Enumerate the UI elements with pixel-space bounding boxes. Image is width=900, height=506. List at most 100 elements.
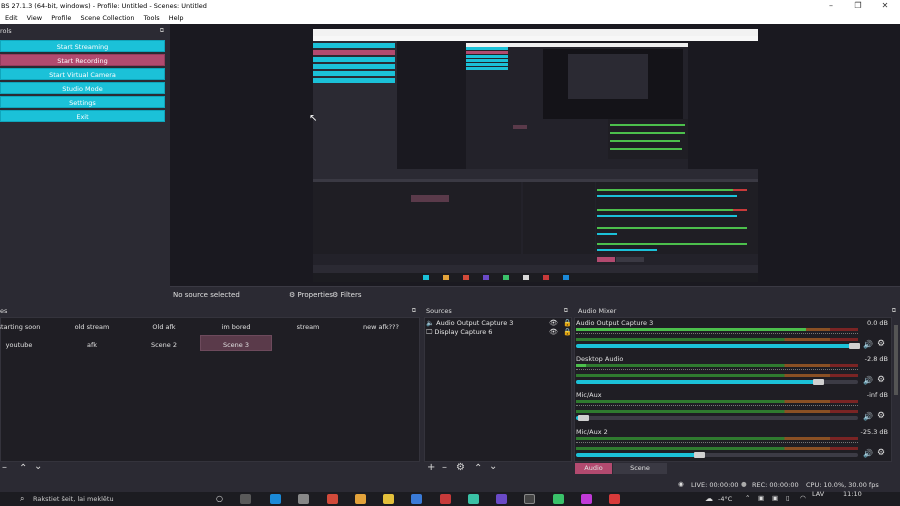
menu-tools[interactable]: Tools [144, 13, 160, 24]
volume-slider-knob[interactable] [694, 452, 705, 458]
add-source-icon[interactable]: + [427, 462, 435, 473]
scrollbar-thumb[interactable] [894, 325, 898, 395]
source-item[interactable]: 🖵 Display Capture 6 [426, 328, 492, 337]
scenes-dock-title: es ⧉ [0, 306, 420, 316]
undock-icon[interactable]: ⧉ [892, 306, 896, 316]
settings-button[interactable]: Settings [0, 96, 165, 108]
move-down-icon[interactable]: ⌄ [489, 461, 497, 472]
close-icon[interactable]: ✕ [870, 0, 900, 13]
sources-list[interactable]: 🔈 Audio Output Capture 3 🖵 Display Captu… [424, 317, 572, 462]
scene-item[interactable]: old stream [57, 323, 127, 331]
maximize-icon[interactable]: ❐ [843, 0, 873, 13]
scene-item-selected[interactable]: Scene 3 [201, 341, 271, 349]
app-icon[interactable] [468, 494, 479, 504]
taskbar-search[interactable]: Rakstiet šeit, lai meklētu [33, 495, 114, 503]
eye-icon[interactable]: 👁 [549, 328, 558, 336]
scene-item[interactable]: afk [57, 341, 127, 349]
undock-icon[interactable]: ⧉ [412, 306, 416, 316]
menu-scene-collection[interactable]: Scene Collection [80, 13, 134, 24]
app-icon[interactable] [581, 494, 592, 504]
move-up-icon[interactable]: ⌃ [19, 463, 27, 474]
tray-icon[interactable]: ▣ [772, 494, 778, 502]
volume-meter [576, 400, 858, 403]
status-bar: ◉ LIVE: 00:00:00 ● REC: 00:00:00 CPU: 10… [0, 476, 900, 492]
volume-slider-track[interactable] [576, 416, 858, 420]
tray-icon[interactable]: ▣ [758, 494, 764, 502]
scene-item[interactable]: Old afk [129, 323, 199, 331]
start-recording-button[interactable]: Start Recording [0, 54, 165, 66]
widgets-icon[interactable] [240, 494, 251, 504]
lock-icon[interactable]: 🔒 [563, 319, 572, 327]
properties-button[interactable]: ⚙ Properties [289, 291, 333, 299]
menu-help[interactable]: Help [169, 13, 184, 24]
weather-icon: ☁ [705, 494, 713, 503]
move-up-icon[interactable]: ⌃ [474, 463, 482, 474]
file-explorer-icon[interactable] [383, 494, 394, 504]
tray-chevron-icon[interactable]: ⌃ [745, 494, 750, 502]
edge-icon[interactable] [270, 494, 281, 504]
gear-icon[interactable]: ⚙ [877, 411, 885, 421]
volume-slider-knob[interactable] [813, 379, 824, 385]
filters-button[interactable]: ⚙ Filters [332, 291, 362, 299]
lock-icon[interactable]: 🔒 [563, 328, 572, 336]
undock-icon[interactable]: ⧉ [160, 26, 164, 36]
scene-item[interactable]: starting soon [0, 323, 54, 331]
rec-time: REC: 00:00:00 [752, 481, 799, 489]
tab-audio-mixer[interactable]: Audio Mixer [575, 463, 612, 483]
volume-slider-knob[interactable] [578, 415, 589, 421]
speaker-icon[interactable]: 🔊 [863, 412, 873, 421]
scene-item[interactable]: new afk??? [346, 323, 416, 331]
mixer-channel: Desktop Audio -2.8 dB 🔊 ⚙ [575, 355, 891, 389]
obs-icon[interactable] [524, 494, 535, 504]
scene-item[interactable]: im bored [201, 323, 271, 331]
volume-meter [576, 437, 858, 440]
source-item[interactable]: 🔈 Audio Output Capture 3 [426, 319, 513, 327]
channel-name: Desktop Audio [576, 355, 624, 363]
tray-icon[interactable]: ▯ [786, 494, 790, 502]
mixer-scrollbar[interactable] [893, 317, 899, 462]
remove-scene-icon[interactable]: – [2, 462, 7, 473]
menu-profile[interactable]: Profile [51, 13, 71, 24]
volume-slider-knob[interactable] [849, 343, 860, 349]
gear-icon[interactable]: ⚙ [456, 462, 465, 473]
studio-mode-button[interactable]: Studio Mode [0, 82, 165, 94]
eye-icon[interactable]: 👁 [549, 319, 558, 327]
scenes-list[interactable]: starting soon old stream Old afk im bore… [0, 317, 420, 462]
gear-icon[interactable]: ⚙ [877, 339, 885, 349]
move-down-icon[interactable]: ⌄ [34, 461, 42, 472]
tab-scene-transitions[interactable]: Scene Transitions [613, 463, 667, 483]
start-streaming-button[interactable]: Start Streaming [0, 40, 165, 52]
menu-view[interactable]: View [27, 13, 42, 24]
speaker-icon[interactable]: 🔊 [863, 340, 873, 349]
channel-name: Mic/Aux 2 [576, 428, 608, 436]
speaker-icon[interactable]: 🔊 [863, 376, 873, 385]
gear-icon[interactable]: ⚙ [877, 375, 885, 385]
menu-edit[interactable]: Edit [5, 13, 18, 24]
speaker-icon[interactable]: 🔊 [863, 449, 873, 458]
app-icon[interactable] [327, 494, 338, 504]
language-indicator[interactable]: LAV [812, 490, 824, 498]
undock-icon[interactable]: ⧉ [564, 306, 568, 316]
app-icon[interactable] [553, 494, 564, 504]
exit-button[interactable]: Exit [0, 110, 165, 122]
app-icon[interactable] [355, 494, 366, 504]
live-icon: ◉ [678, 480, 684, 488]
app-icon[interactable] [440, 494, 451, 504]
remove-source-icon[interactable]: – [442, 462, 447, 473]
task-view-icon[interactable]: ○ [216, 494, 223, 503]
app-icon[interactable] [298, 494, 309, 504]
wifi-icon[interactable]: ◠ [800, 494, 806, 502]
meter-level [576, 364, 586, 367]
minimize-icon[interactable]: – [816, 0, 846, 13]
start-virtual-camera-button[interactable]: Start Virtual Camera [0, 68, 165, 80]
scene-item[interactable]: youtube [0, 341, 54, 349]
app-icon[interactable] [609, 494, 620, 504]
clock[interactable]: 11:10 [843, 490, 862, 498]
preview-canvas[interactable] [313, 29, 758, 282]
gear-icon[interactable]: ⚙ [877, 448, 885, 458]
scene-item[interactable]: Scene 2 [129, 341, 199, 349]
scene-item[interactable]: stream [273, 323, 343, 331]
temperature: -4°C [718, 495, 733, 503]
app-icon[interactable] [496, 494, 507, 504]
store-icon[interactable] [411, 494, 422, 504]
